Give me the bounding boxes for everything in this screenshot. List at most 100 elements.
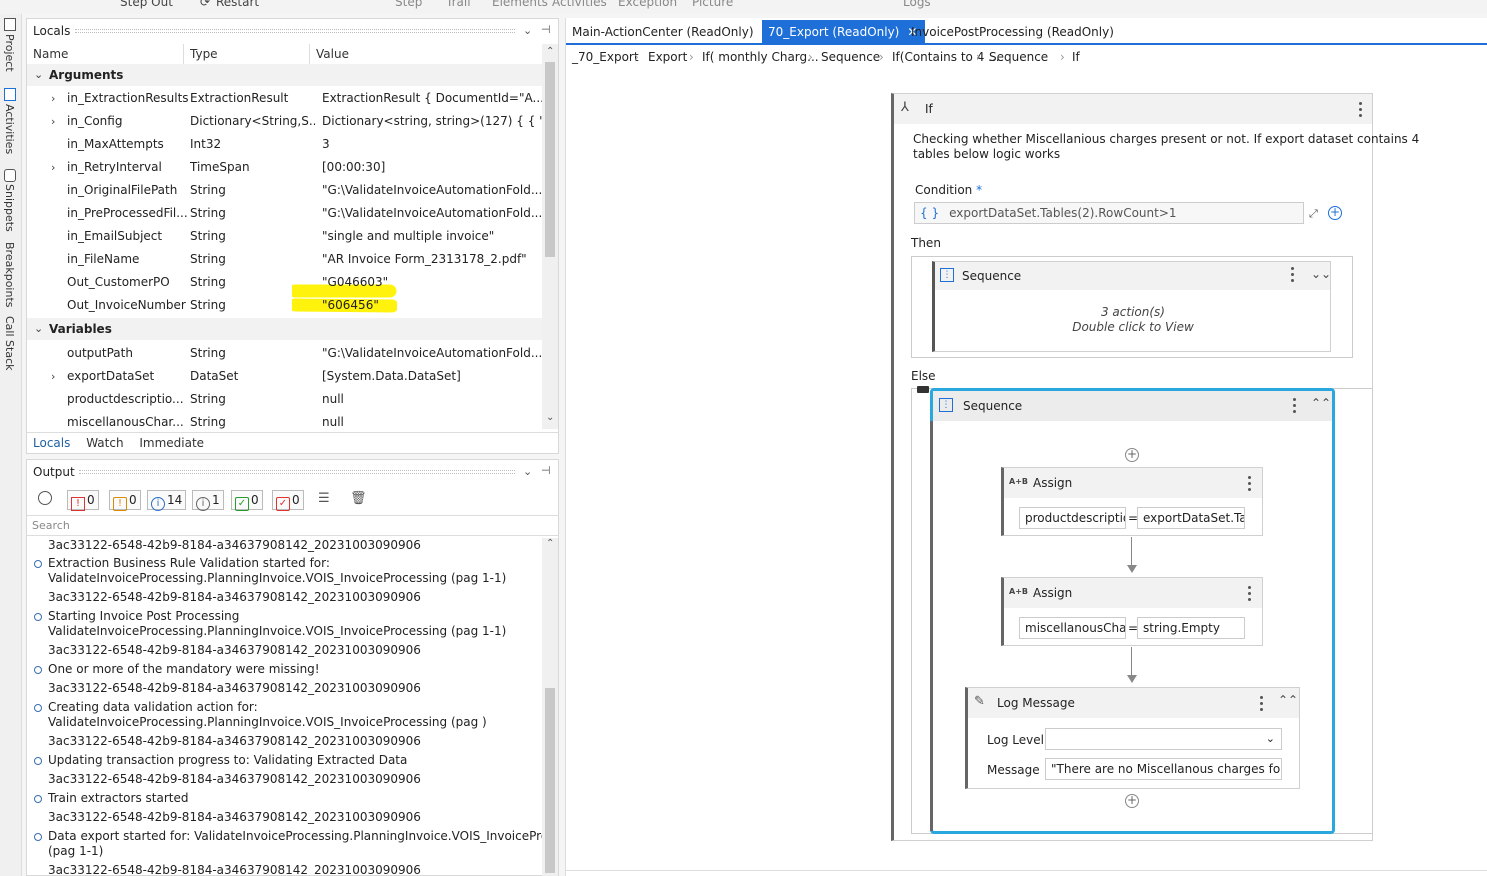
local-row[interactable]: productdescriptio... String null	[27, 388, 542, 411]
local-row[interactable]: in_OriginalFilePath String "G:\ValidateInv…	[27, 179, 542, 202]
assign-activity[interactable]: A+B Assign productdescription = exportDa…	[1001, 467, 1263, 536]
tab-invoice-post-processing[interactable]: InvoicePostProcessing (ReadOnly)	[905, 20, 1120, 44]
trace-filter-button[interactable]: i1	[192, 490, 224, 511]
side-tab-snippets[interactable]: Snippets	[3, 184, 16, 232]
chevron-down-icon[interactable]: ⌄	[523, 24, 532, 37]
side-tab-project[interactable]: Project	[3, 34, 16, 72]
step-out-button[interactable]: Step Out	[120, 0, 173, 9]
log-line: 3ac33122-6548-42b9-8184-a34637908142_202…	[48, 643, 421, 657]
tab-locals[interactable]: Locals	[33, 436, 70, 450]
condition-input[interactable]: { } exportDataSet.Tables(2).RowCount>1	[914, 202, 1304, 224]
breadcrumb-item[interactable]: Sequence	[821, 50, 880, 64]
tab-watch[interactable]: Watch	[86, 436, 123, 450]
collapse-chevron-icon[interactable]: ⌄	[34, 318, 43, 340]
message-input[interactable]: "There are no Miscellanous charges for t…	[1045, 758, 1282, 780]
local-row[interactable]: in_MaxAttempts Int32 3	[27, 133, 542, 156]
column-type[interactable]: Type	[184, 44, 310, 64]
local-row[interactable]: Out_InvoiceNumber String "606456"	[27, 294, 542, 317]
side-tab-breakpoints[interactable]: Breakpoints	[3, 242, 16, 308]
scroll-thumb[interactable]	[545, 688, 555, 873]
local-row[interactable]: miscellanousChar... String null	[27, 411, 542, 434]
local-row[interactable]: outputPath String "G:\ValidateInvoiceAutom…	[27, 342, 542, 365]
more-options-icon[interactable]	[1248, 476, 1252, 494]
more-options-icon[interactable]	[1359, 102, 1363, 120]
local-row[interactable]: › exportDataSet DataSet [System.Data.DataSe…	[27, 365, 542, 388]
local-row[interactable]: in_EmailSubject String "single and multipl…	[27, 225, 542, 248]
assign-to-input[interactable]: productdescription	[1019, 507, 1126, 529]
more-options-icon[interactable]	[1248, 586, 1252, 604]
output-search-input[interactable]: Search	[27, 515, 558, 536]
locals-scrollbar[interactable]: ⌃ ⌄	[542, 44, 558, 429]
collapse-chevron-icon[interactable]: ⌄	[34, 64, 43, 86]
log-line: Train extractors started	[48, 791, 189, 805]
local-row[interactable]: Out_CustomerPO String "G046603"	[27, 271, 542, 294]
expand-chevron-icon[interactable]: ⌄⌄	[1311, 267, 1331, 281]
collapse-chevron-icon[interactable]: ⌃⌃	[1278, 693, 1298, 707]
expand-chevron-icon[interactable]: ›	[51, 110, 55, 133]
side-tab-call-stack[interactable]: Call Stack	[3, 316, 16, 370]
success-filter-button[interactable]: ✓ 0	[231, 490, 263, 511]
more-options-icon[interactable]	[1291, 267, 1295, 285]
more-options-icon[interactable]	[1260, 696, 1264, 714]
log-message-activity[interactable]: ✎ Log Message ⌃⌃ Log Level ⌄ Message "Th…	[965, 687, 1300, 789]
breadcrumb-item[interactable]: If(Contains to 4 ...	[892, 50, 1000, 64]
column-value[interactable]: Value	[310, 44, 542, 64]
add-icon[interactable]: +	[1328, 206, 1342, 220]
tab-immediate[interactable]: Immediate	[139, 436, 204, 450]
assign-to-input[interactable]: miscellanousCharges	[1019, 617, 1126, 639]
failed-filter-button[interactable]: ✓ 0	[272, 490, 304, 511]
add-activity-icon[interactable]: +	[1125, 794, 1139, 808]
collapse-chevron-icon[interactable]: ⌃⌃	[1311, 396, 1331, 410]
assign-value-input[interactable]: exportDataSet.Tabl	[1137, 507, 1245, 529]
breadcrumb-item[interactable]: If	[1072, 50, 1080, 64]
scroll-thumb[interactable]	[545, 62, 555, 257]
local-row[interactable]: › in_Config Dictionary<String,S... Dictiona…	[27, 110, 542, 133]
scroll-down-icon[interactable]: ⌄	[546, 412, 554, 423]
tab-70-export[interactable]: 70_Export (ReadOnly) ✕	[762, 20, 926, 44]
assign-value-input[interactable]: string.Empty	[1137, 617, 1245, 639]
expand-editor-icon[interactable]: ⤢	[1309, 207, 1318, 221]
breadcrumb-item[interactable]: Export	[648, 50, 687, 64]
chevron-down-icon[interactable]: ⌄	[523, 465, 532, 478]
log-level-select[interactable]: ⌄	[1045, 728, 1282, 750]
local-row[interactable]: › in_ExtractionResults ExtractionResult Ext…	[27, 87, 542, 110]
sequence-title: Sequence	[963, 399, 1023, 413]
expand-chevron-icon[interactable]: ›	[51, 87, 55, 110]
pin-icon[interactable]: ⊣	[541, 23, 551, 36]
local-row[interactable]: in_FileName String "AR Invoice Form_231317…	[27, 248, 542, 271]
column-name[interactable]: Name	[27, 44, 184, 64]
then-sequence[interactable]: ⋮ Sequence ⌄⌄ 3 action(s) Double click t…	[932, 261, 1331, 352]
if-annotation: tables below logic works	[913, 147, 1061, 161]
list-options-icon[interactable]: ☰	[315, 490, 333, 510]
scroll-up-icon[interactable]: ⌃	[546, 538, 554, 549]
if-activity[interactable]: ⅄ If Checking whether Miscellanious char…	[891, 93, 1419, 841]
log-line: Extraction Business Rule Validation star…	[48, 556, 330, 570]
breadcrumb-item[interactable]: If( monthly Charg...	[702, 50, 819, 64]
clipped-elements: Elements	[492, 0, 548, 9]
tab-main-actioncenter[interactable]: Main-ActionCenter (ReadOnly)	[566, 20, 760, 44]
sequence-header: ⋮ Sequence ⌃⌃	[933, 391, 1332, 421]
breadcrumb-item[interactable]: Sequence	[989, 50, 1048, 64]
errors-filter-button[interactable]: ! 0	[67, 490, 99, 511]
timestamp-toggle-icon[interactable]	[35, 490, 57, 510]
assign-activity[interactable]: A+B Assign miscellanousCharges = string.…	[1001, 577, 1263, 646]
local-row[interactable]: › in_RetryInterval TimeSpan [00:00:30]	[27, 156, 542, 179]
add-activity-icon[interactable]: +	[1125, 448, 1139, 462]
restart-button[interactable]: Restart	[216, 0, 259, 9]
side-tab-activities[interactable]: Activities	[3, 104, 16, 154]
else-sequence[interactable]: ⋮ Sequence ⌃⌃ + A+B Assign productdescri…	[930, 388, 1335, 834]
local-row[interactable]: in_PreProcessedFil... String "G:\ValidateI…	[27, 202, 542, 225]
variables-section[interactable]: ⌄ Variables	[27, 318, 542, 340]
pin-icon[interactable]: ⊣	[541, 464, 551, 477]
clear-trash-icon[interactable]: 🗑	[347, 490, 370, 510]
breadcrumb-item[interactable]: _70_Export	[572, 50, 639, 64]
warnings-filter-button[interactable]: ! 0	[109, 490, 141, 511]
arguments-section[interactable]: ⌄ Arguments	[27, 64, 542, 86]
scroll-up-icon[interactable]: ⌃	[546, 46, 554, 57]
output-scrollbar[interactable]: ⌃	[542, 538, 558, 876]
info-filter-button[interactable]: i 14	[147, 490, 187, 511]
more-options-icon[interactable]	[1293, 398, 1297, 416]
expand-chevron-icon[interactable]: ›	[51, 156, 55, 179]
sequence-hint: Double click to View	[1072, 320, 1194, 334]
expand-chevron-icon[interactable]: ›	[51, 365, 55, 388]
